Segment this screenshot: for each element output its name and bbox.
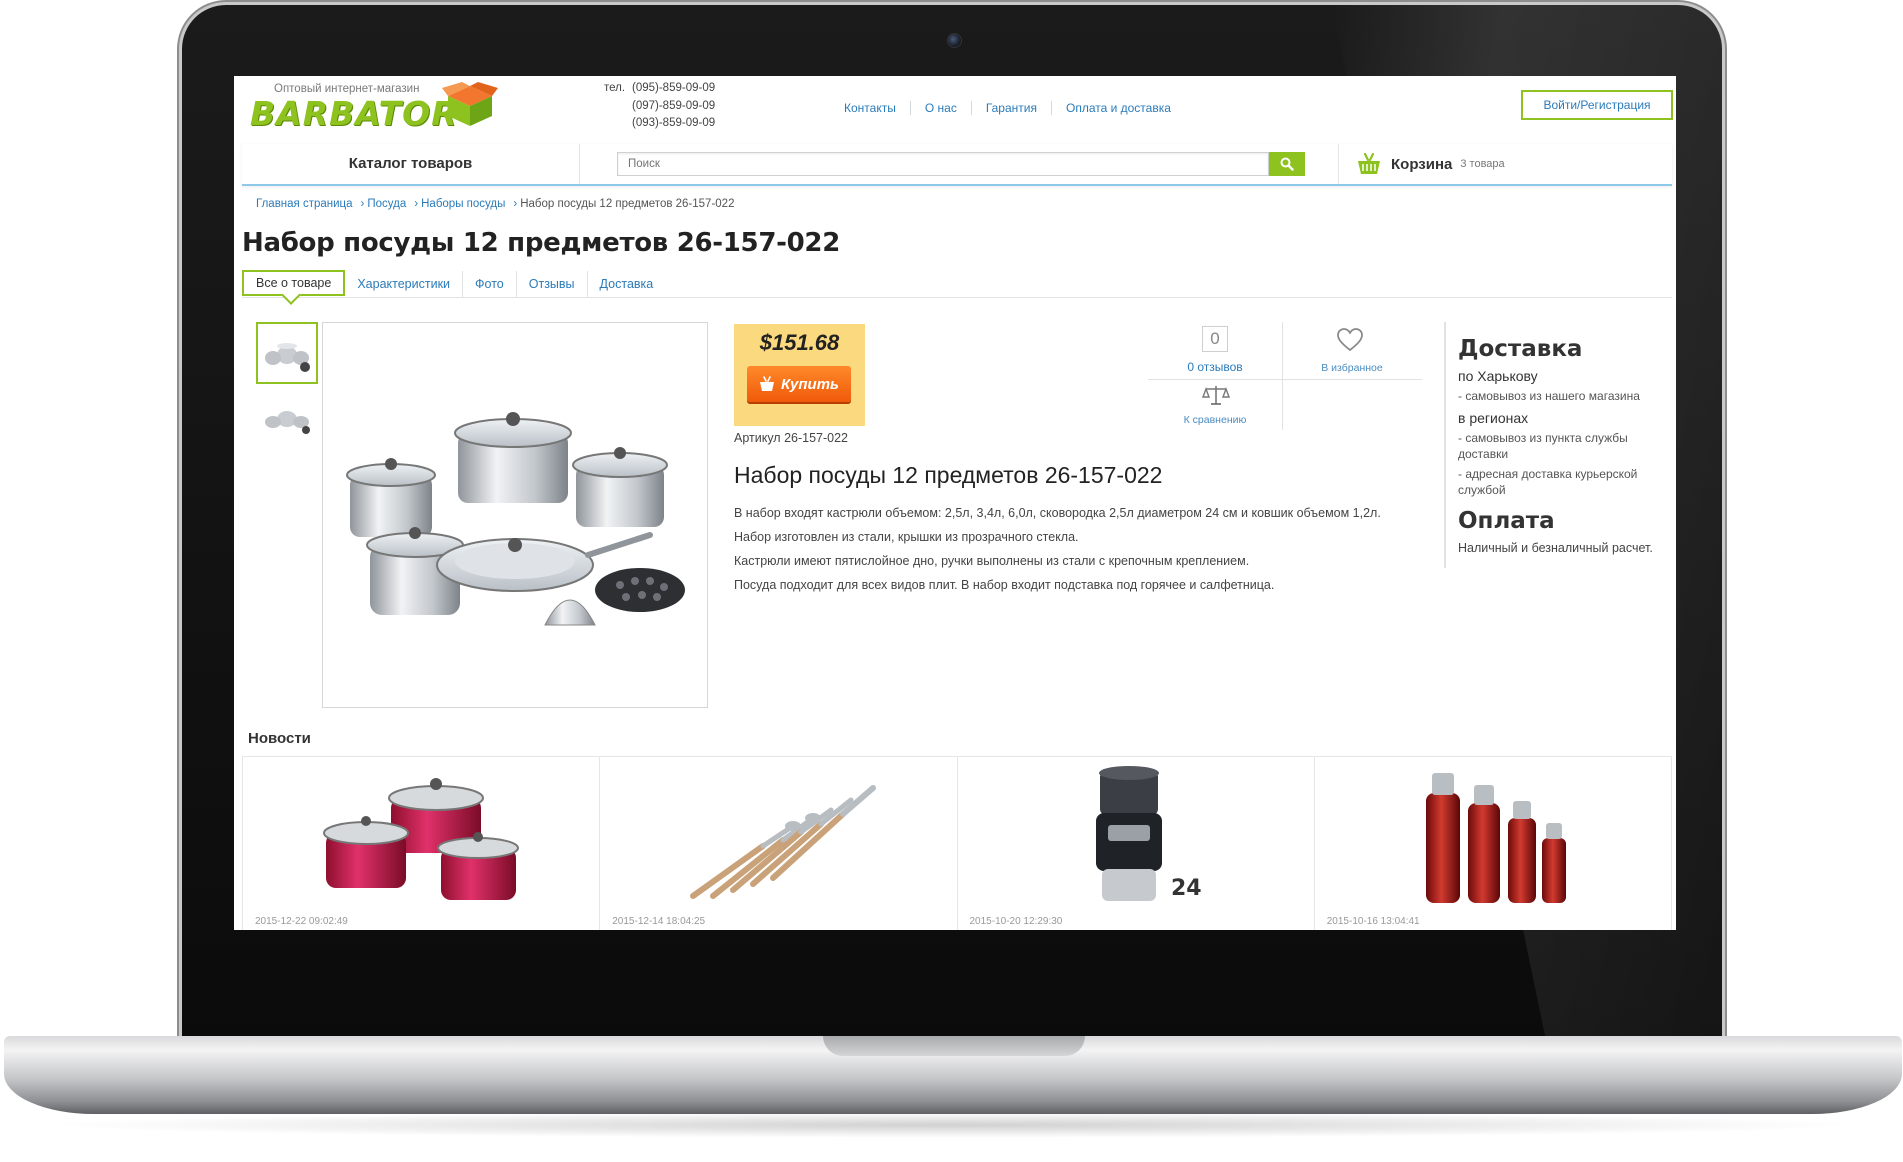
tab-reviews[interactable]: Отзывы	[517, 271, 588, 297]
delivery-info: Доставка по Харькову - самовывоз из наше…	[1444, 322, 1672, 568]
news-item[interactable]: 2015-12-22 09:02:49	[242, 757, 599, 930]
cookware-set-image	[346, 412, 685, 626]
search-icon	[1280, 157, 1294, 171]
red-thermos-image	[1315, 763, 1671, 913]
product-title: Набор посуды 12 предметов 26-157-022	[734, 462, 1163, 488]
phone-number[interactable]: (095)-859-09-09	[632, 82, 715, 94]
product-thumbnail[interactable]	[256, 322, 318, 384]
news-date: 2015-10-20 12:29:30	[969, 916, 1063, 927]
add-to-compare-link[interactable]: К сравнению	[1148, 414, 1282, 426]
product-description: В набор входят кастрюли объемом: 2,5л, 3…	[734, 501, 1434, 597]
divider	[1148, 379, 1422, 380]
nav-contacts[interactable]: Контакты	[830, 101, 911, 115]
chevron-right-icon: ›	[414, 198, 419, 210]
news-heading: Новости	[248, 730, 311, 747]
laptop-notch	[823, 1036, 1085, 1056]
description-line: Набор изготовлен из стали, крышки из про…	[734, 530, 1079, 544]
cart-link[interactable]: Корзина 3 товара	[1338, 144, 1505, 184]
news-item[interactable]: 2015-10-16 13:04:41	[1313, 757, 1672, 930]
news-date: 2015-12-22 09:02:49	[255, 916, 348, 927]
cutlery-image	[600, 763, 956, 913]
nav-warranty[interactable]: Гарантия	[972, 101, 1052, 115]
reviews-count: 0	[1202, 326, 1228, 352]
payment-text: Наличный и безналичный расчет.	[1458, 541, 1653, 555]
description-line: Посуда подходит для всех видов плит. В н…	[734, 578, 1275, 592]
tab-delivery[interactable]: Доставка	[588, 271, 666, 297]
breadcrumb-current: Набор посуды 12 предметов 26-157-022	[520, 198, 735, 210]
top-navigation: Контакты О нас Гарантия Оплата и доставк…	[830, 101, 1185, 115]
logo-wordmark: BARBATOR	[250, 94, 458, 133]
page-title: Набор посуды 12 предметов 26-157-022	[242, 228, 841, 258]
red-pots-image	[243, 763, 599, 913]
scales-icon[interactable]	[1202, 384, 1230, 406]
product-price: $151.68	[759, 330, 840, 355]
coffee-grinder-image: 24	[958, 763, 1314, 913]
news-item[interactable]: 24 2015-10-20 12:29:30	[956, 757, 1314, 930]
phone-list: тел. (095)-859-09-09 (097)-859-09-09 (093…	[604, 80, 715, 133]
breadcrumb-home[interactable]: Главная страница	[256, 198, 353, 210]
badge-24-text: 24	[1171, 876, 1202, 901]
search-input[interactable]	[617, 152, 1269, 176]
tab-overview[interactable]: Все о товаре	[242, 270, 346, 296]
breadcrumb: Главная страница › Посуда › Наборы посуд…	[256, 198, 734, 210]
delivery-option: - самовывоз из нашего магазина	[1458, 389, 1640, 403]
box-logo-icon	[442, 82, 498, 126]
heart-icon[interactable]	[1337, 328, 1363, 352]
phone-label: тел.	[604, 82, 626, 94]
nav-about[interactable]: О нас	[911, 101, 972, 115]
delivery-city: по Харькову	[1458, 368, 1538, 384]
cookware-thumbnail-image	[265, 343, 310, 372]
product-thumbnail[interactable]	[256, 388, 318, 450]
breadcrumb-subcategory[interactable]: Наборы посуды	[421, 198, 505, 210]
product-main-image[interactable]	[322, 322, 708, 708]
news-item[interactable]: 2015-12-14 18:04:25	[599, 757, 956, 930]
basket-icon	[1358, 152, 1380, 174]
catalog-menu-button[interactable]: Каталог товаров	[242, 144, 580, 184]
cookware-thumbnail-image	[265, 411, 310, 434]
price-box: $151.68 Купить	[734, 324, 865, 426]
breadcrumb-category[interactable]: Посуда	[367, 198, 406, 210]
cart-label: Корзина	[1391, 155, 1453, 173]
payment-heading: Оплата	[1458, 508, 1555, 534]
chevron-right-icon: ›	[513, 198, 518, 210]
tab-specs[interactable]: Характеристики	[345, 271, 464, 297]
cart-count: 3 товара	[1460, 158, 1505, 170]
news-date: 2015-12-14 18:04:25	[612, 916, 706, 927]
buy-button-label: Купить	[781, 375, 839, 393]
product-article: Артикул 26-157-022	[734, 431, 849, 445]
description-line: Кастрюли имеют пятислойное дно, ручки вы…	[734, 554, 1250, 568]
buy-button[interactable]: Купить	[747, 366, 851, 402]
description-line: В набор входят кастрюли объемом: 2,5л, 3…	[734, 506, 1381, 520]
product-tabs: Все о товаре Характеристики Фото Отзывы …	[242, 270, 1672, 298]
browser-viewport: Оптовый интернет-магазин BARBATOR тел. (0…	[234, 76, 1676, 930]
site-logo[interactable]: Оптовый интернет-магазин BARBATOR	[242, 80, 507, 133]
delivery-option: - самовывоз из пункта службы доставки	[1458, 431, 1628, 461]
basket-icon	[760, 376, 775, 391]
delivery-option: - адресная доставка курьерской службой	[1458, 467, 1638, 497]
search-button[interactable]	[1269, 152, 1305, 176]
delivery-regions: в регионах	[1458, 410, 1529, 426]
news-list: 2015-12-22 09:02:49 2015-12-14 18:04:25	[242, 756, 1672, 930]
add-to-favorites-link[interactable]: В избранное	[1282, 362, 1422, 374]
product-actions: 0 0 отзывов В избранное К сравнению	[1148, 322, 1422, 430]
reviews-link[interactable]: 0 отзывов	[1148, 360, 1282, 374]
catalog-bar: Каталог товаров Корзина 3 товара	[242, 144, 1672, 186]
delivery-heading: Доставка	[1458, 336, 1583, 362]
laptop-shadow	[40, 1112, 1864, 1138]
webcam-icon	[947, 33, 962, 48]
login-register-button[interactable]: Войти/Регистрация	[1521, 90, 1673, 120]
nav-payment-delivery[interactable]: Оплата и доставка	[1052, 101, 1185, 115]
phone-number[interactable]: (097)-859-09-09	[604, 98, 715, 116]
tab-photos[interactable]: Фото	[463, 271, 517, 297]
divider	[1282, 322, 1283, 430]
phone-number[interactable]: (093)-859-09-09	[604, 115, 715, 133]
chevron-right-icon: ›	[360, 198, 365, 210]
news-date: 2015-10-16 13:04:41	[1326, 916, 1420, 927]
